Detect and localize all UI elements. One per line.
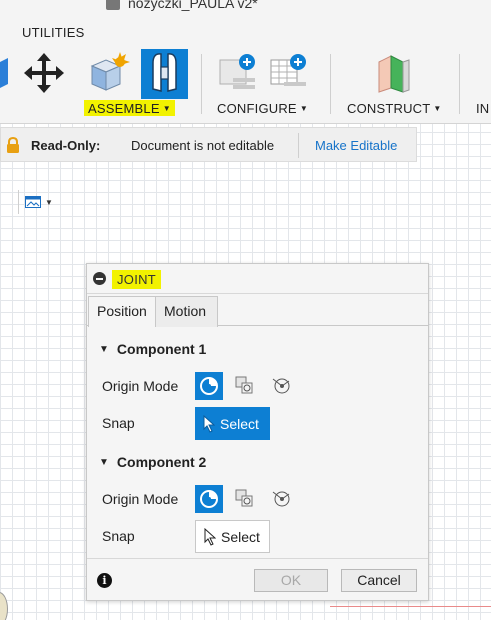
cursor-arrow-icon (203, 414, 215, 433)
component2-snap-select-button[interactable]: Select (195, 520, 270, 553)
toolbar-divider (330, 54, 331, 114)
tab-position[interactable]: Position (88, 296, 156, 327)
component2-snap-label: Snap (102, 528, 135, 544)
dialog-header: JOINT (87, 264, 428, 294)
assemble-dropdown[interactable]: ASSEMBLE ▼ (84, 100, 175, 116)
info-icon[interactable]: i (97, 573, 112, 588)
configure-label: CONFIGURE (217, 100, 297, 116)
component2-origin-between-button[interactable] (231, 485, 259, 513)
document-title-bar: nożyczki_PAULA v2* (106, 0, 258, 11)
component1-snap-label: Snap (102, 415, 135, 431)
make-editable-link[interactable]: Make Editable (315, 138, 397, 153)
display-settings-dropdown[interactable]: ▼ (18, 190, 58, 214)
dialog-title: JOINT (112, 270, 162, 289)
configure-rules-icon[interactable] (268, 52, 312, 94)
component2-origin-two-faces-button[interactable] (267, 485, 295, 513)
dialog-tabs: Position Motion (87, 295, 428, 327)
move-icon[interactable] (24, 53, 64, 93)
component2-origin-simple-button[interactable] (195, 485, 223, 513)
chevron-down-icon: ▼ (433, 103, 442, 113)
origin-two-faces-icon (272, 378, 290, 394)
component2-origin-mode-label: Origin Mode (102, 491, 179, 507)
component1-snap-select-label: Select (220, 415, 259, 432)
readonly-message: Document is not editable (131, 138, 275, 153)
origin-simple-icon (200, 377, 218, 395)
joint-tool-button[interactable] (141, 49, 188, 99)
joint-dialog: JOINT Position Motion ▼ Component 1 Orig… (86, 263, 429, 601)
component2-snap-select-label: Select (221, 528, 260, 545)
chevron-down-icon: ▼ (45, 197, 53, 207)
triangle-down-icon: ▼ (99, 456, 109, 468)
tab-motion[interactable]: Motion (155, 296, 218, 327)
component2-header-label: Component 2 (116, 454, 207, 470)
origin-simple-icon (200, 490, 218, 508)
component1-header-label: Component 1 (116, 341, 207, 357)
model-fragment (0, 592, 8, 620)
toolbar-divider (459, 54, 460, 114)
collapse-icon[interactable] (93, 272, 106, 285)
document-icon (106, 0, 120, 10)
origin-between-icon (235, 489, 253, 507)
tab-utilities[interactable]: UTILITIES (22, 25, 84, 40)
configure-dropdown[interactable]: CONFIGURE ▼ (217, 100, 308, 116)
component1-origin-simple-button[interactable] (195, 372, 223, 400)
component1-origin-mode-label: Origin Mode (102, 378, 179, 394)
component1-origin-between-button[interactable] (231, 372, 259, 400)
construct-label: CONSTRUCT (347, 100, 431, 116)
readonly-notification-bar: Read-Only: Document is not editable Make… (0, 127, 417, 162)
origin-two-faces-icon (272, 491, 290, 507)
cancel-button[interactable]: Cancel (341, 569, 417, 592)
ok-button[interactable]: OK (254, 569, 328, 592)
configure-table-icon[interactable] (217, 52, 261, 94)
readonly-divider (298, 133, 299, 158)
cursor-arrow-icon (204, 527, 216, 546)
chevron-down-icon: ▼ (162, 103, 171, 113)
document-title: nożyczki_PAULA v2* (128, 0, 258, 11)
construct-plane-icon[interactable] (373, 52, 417, 94)
insert-dropdown[interactable]: IN (476, 100, 489, 116)
toolbar-divider (201, 54, 202, 114)
component1-snap-select-button[interactable]: Select (195, 407, 270, 440)
assemble-label: ASSEMBLE (88, 100, 160, 116)
joint-icon (152, 53, 177, 92)
construct-dropdown[interactable]: CONSTRUCT ▼ (347, 100, 442, 116)
partial-tool-icon[interactable] (0, 58, 10, 88)
canvas-axis-line (330, 606, 491, 607)
dialog-footer: i OK Cancel (87, 558, 428, 600)
readonly-title: Read-Only: (31, 138, 101, 153)
top-toolbar: nożyczki_PAULA v2* UTILITIES ASSEMBLE ▼ … (0, 0, 491, 124)
triangle-down-icon: ▼ (99, 343, 109, 355)
insert-label: IN (476, 100, 490, 116)
lock-icon (7, 137, 19, 153)
origin-between-icon (235, 376, 253, 394)
component2-section-header[interactable]: ▼ Component 2 (99, 454, 206, 470)
chevron-down-icon: ▼ (299, 103, 308, 113)
display-settings-icon (25, 196, 41, 208)
new-component-icon[interactable] (88, 52, 132, 96)
component1-origin-two-faces-button[interactable] (267, 372, 295, 400)
component1-section-header[interactable]: ▼ Component 1 (99, 341, 206, 357)
